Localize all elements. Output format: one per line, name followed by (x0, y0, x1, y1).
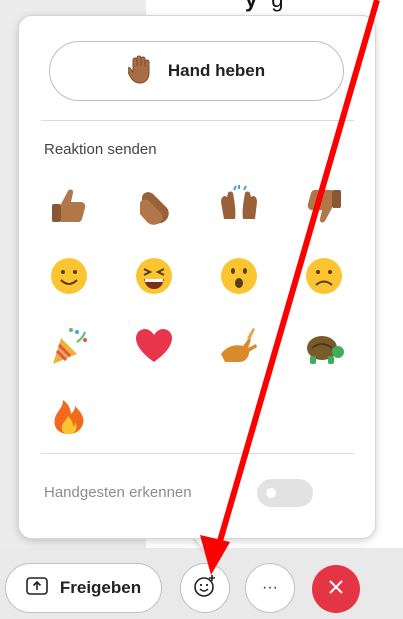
laughing-face-icon (136, 258, 172, 294)
smiling-face-icon (51, 258, 87, 294)
sad-face-icon (306, 258, 342, 294)
toggle-knob (266, 488, 276, 498)
smiling-face-reaction[interactable] (45, 252, 93, 300)
share-icon (26, 576, 48, 600)
thumbs-up-reaction[interactable] (45, 182, 93, 230)
gesture-toggle[interactable] (257, 479, 313, 507)
fire-reaction[interactable] (45, 392, 93, 440)
reactions-popup: Hand heben Reaktion senden Handgesten er… (18, 15, 376, 539)
raising-hands-reaction[interactable] (215, 182, 263, 230)
surprised-face-icon (221, 258, 257, 294)
red-heart-reaction[interactable] (130, 322, 178, 370)
party-popper-icon (53, 328, 87, 364)
reactions-button[interactable] (180, 563, 230, 613)
fire-icon (54, 400, 84, 434)
thumbs-down-icon (307, 190, 341, 223)
raise-hand-label: Hand heben (167, 61, 266, 80)
reactions-title: Reaktion senden (44, 141, 157, 158)
surprised-face-reaction[interactable] (215, 252, 263, 300)
gesture-toggle-label: Handgesten erkennen (44, 484, 192, 501)
clapping-hands-icon (140, 192, 169, 225)
laughing-face-reaction[interactable] (130, 252, 178, 300)
emoji-plus-icon (192, 573, 218, 604)
running-rabbit-reaction[interactable] (215, 322, 263, 370)
running-rabbit-icon (221, 328, 257, 362)
end-call-button[interactable] (312, 565, 360, 613)
more-options-button[interactable]: ··· (245, 563, 295, 613)
share-label: Freigeben (59, 578, 142, 597)
more-icon: ··· (262, 579, 278, 596)
close-icon (327, 578, 345, 601)
clapping-hands-reaction[interactable] (130, 182, 178, 230)
cut-off-header-text: yg (245, 0, 284, 13)
raised-hand-icon (126, 54, 154, 89)
raising-hands-icon (221, 185, 257, 219)
red-heart-icon (136, 329, 172, 362)
turtle-icon (307, 336, 344, 364)
popup-divider-bottom (41, 453, 354, 454)
raise-hand-button[interactable]: Hand heben (49, 41, 344, 101)
share-button[interactable]: Freigeben (5, 563, 162, 613)
party-popper-reaction[interactable] (45, 322, 93, 370)
sad-face-reaction[interactable] (300, 252, 348, 300)
turtle-reaction[interactable] (300, 322, 348, 370)
thumbs-down-reaction[interactable] (300, 182, 348, 230)
popup-divider-top (41, 120, 354, 121)
thumbs-up-icon (52, 189, 86, 222)
